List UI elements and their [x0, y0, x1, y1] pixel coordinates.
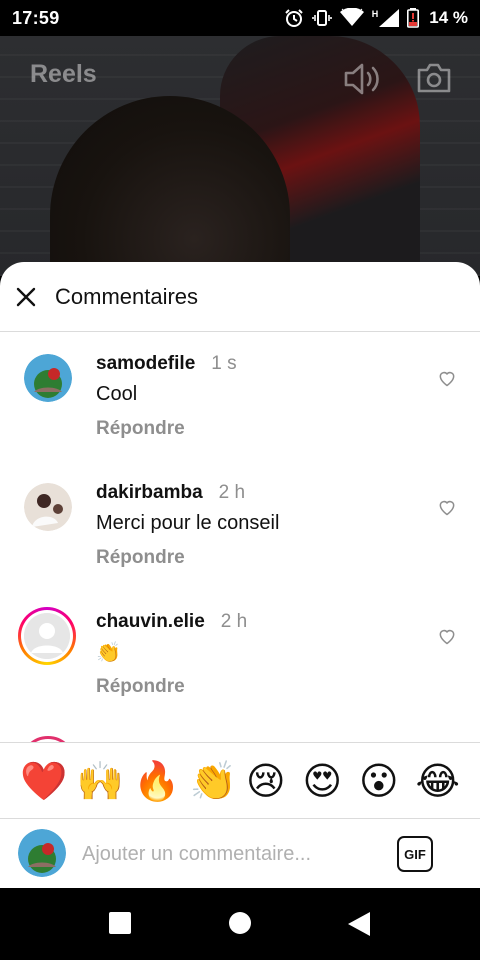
comment-username-text: dakirbamba [96, 482, 203, 503]
reply-button[interactable]: Répondre [96, 418, 185, 440]
comment-username[interactable]: dakirbamba 2 h [96, 482, 245, 504]
heart-icon[interactable] [437, 368, 457, 388]
comment-username-text: samodefile [96, 353, 196, 374]
comment-input-bar: GIF [0, 818, 480, 888]
system-nav-bar [0, 888, 480, 960]
back-button[interactable] [348, 912, 370, 941]
heart-icon[interactable] [437, 626, 457, 646]
emoji-fire-button[interactable]: 🔥 [133, 759, 190, 803]
status-time: 17:59 [12, 7, 60, 28]
wifi-icon [339, 8, 364, 28]
camera-icon[interactable] [416, 62, 452, 99]
comment-text: Cool [96, 383, 138, 405]
reply-button[interactable]: Répondre [96, 676, 185, 698]
reply-button[interactable]: Répondre [96, 547, 185, 569]
gif-button[interactable]: GIF [397, 836, 433, 872]
emoji-reaction-bar: ❤️ 🙌 🔥 👏 😢 😍 😮 😂 [0, 742, 480, 818]
emoji-crying-button[interactable]: 😢 [246, 759, 303, 803]
vibrate-icon [311, 8, 332, 28]
home-button[interactable] [229, 912, 251, 939]
close-icon[interactable] [14, 285, 38, 309]
emoji-laughing-button[interactable]: 😂 [416, 759, 473, 803]
avatar-story-ring[interactable] [18, 607, 76, 665]
avatar[interactable] [24, 483, 72, 531]
comment-item: samodefile 1 s Cool Répondre [0, 332, 480, 442]
comment-username[interactable]: samodefile 1 s [96, 353, 237, 375]
status-icons: H 14 % [284, 8, 468, 28]
battery-percent: 14 % [429, 8, 468, 27]
avatar [18, 829, 66, 877]
sheet-title: Commentaires [55, 283, 199, 309]
avatar[interactable] [24, 354, 72, 402]
recents-button[interactable] [109, 912, 131, 939]
emoji-surprised-button[interactable]: 😮 [359, 759, 416, 803]
comments-sheet: Commentaires samodefile 1 s Cool Répondre… [0, 262, 480, 888]
comment-text: 👏 [96, 640, 121, 664]
signal-icon: H [372, 9, 400, 27]
comment-text: Merci pour le conseil [96, 512, 280, 534]
avatar [24, 613, 70, 659]
alarm-icon [284, 8, 304, 28]
comment-time: 2 h [218, 482, 246, 503]
sound-icon[interactable] [344, 62, 382, 101]
status-bar: 17:59 H 14 % [0, 0, 480, 36]
emoji-clap-button[interactable]: 👏 [190, 759, 247, 803]
battery-icon [407, 8, 420, 28]
sheet-header: Commentaires [0, 262, 480, 332]
reels-title: Reels [30, 60, 97, 88]
comment-input[interactable] [82, 839, 382, 869]
heart-icon[interactable] [437, 497, 457, 517]
comment-time: 1 s [211, 353, 237, 374]
comment-item: dakirbamba 2 h Merci pour le conseil Répo… [0, 461, 480, 571]
gif-label: GIF [404, 846, 426, 862]
network-type: H [371, 9, 379, 19]
emoji-raised-hands-button[interactable]: 🙌 [77, 759, 134, 803]
emoji-heart-eyes-button[interactable]: 😍 [303, 759, 360, 803]
emoji-heart-button[interactable]: ❤️ [20, 759, 77, 803]
comment-item: chauvin.elie 2 h 👏 Répondre [0, 590, 480, 700]
comment-time: 2 h [220, 611, 248, 632]
comment-username-text: chauvin.elie [96, 611, 205, 632]
comment-username[interactable]: chauvin.elie 2 h [96, 611, 247, 633]
